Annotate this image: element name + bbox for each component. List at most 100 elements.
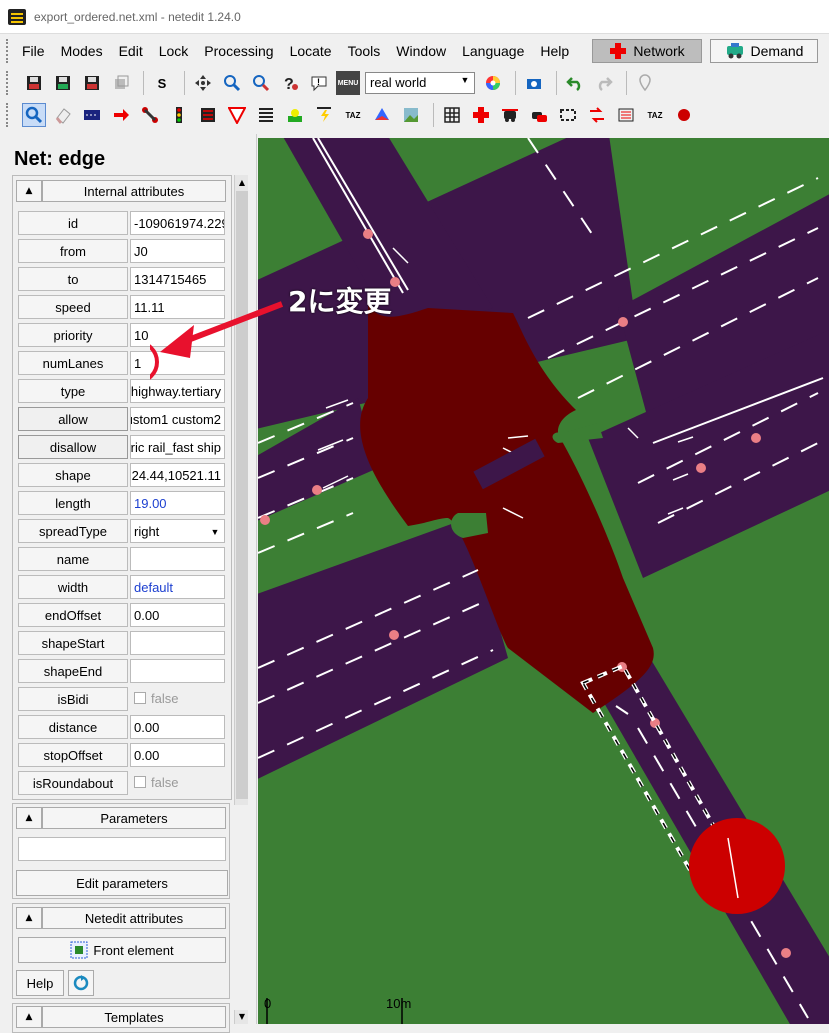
collapse-parameters-button[interactable]: ▲ (16, 807, 42, 829)
wire-icon[interactable] (312, 103, 336, 127)
isroundabout-checkbox[interactable] (134, 776, 146, 788)
network-canvas[interactable] (258, 138, 829, 1024)
vehicles-icon[interactable] (527, 103, 551, 127)
s-button[interactable]: S (150, 71, 174, 95)
attr-input-stopoffset[interactable]: 0.00 (130, 743, 225, 767)
attr-row-endoffset: endOffset 0.00 (18, 603, 226, 627)
select-mode-icon[interactable] (80, 103, 104, 127)
scale-start-label: 0 (264, 996, 272, 1011)
menu-lock[interactable]: Lock (159, 43, 189, 59)
netedit-attributes-header[interactable]: Netedit attributes (42, 907, 226, 929)
parameters-header[interactable]: Parameters (42, 807, 226, 829)
help-question-icon[interactable]: ? (278, 71, 302, 95)
attr-input-length[interactable]: 19.00 (130, 491, 225, 515)
view-scheme-select[interactable]: real world ▼ (365, 72, 475, 94)
parameters-input[interactable] (18, 837, 226, 861)
taz-edges-icon[interactable]: TAZ (643, 103, 667, 127)
attr-input-allow[interactable]: custom1 custom2 (130, 407, 225, 431)
attr-input-shapestart[interactable] (130, 631, 225, 655)
menu-edit[interactable]: Edit (119, 43, 143, 59)
route-icon[interactable] (585, 103, 609, 127)
additional-icon[interactable] (283, 103, 307, 127)
save-network-icon[interactable] (51, 71, 75, 95)
undo-icon[interactable] (563, 71, 587, 95)
network-view[interactable] (258, 138, 829, 1024)
reload-icon[interactable] (109, 71, 133, 95)
attr-input-distance[interactable]: 0.00 (130, 715, 225, 739)
recenter-view-icon[interactable] (191, 71, 215, 95)
reset-button[interactable] (68, 970, 94, 996)
prohibition-icon[interactable] (225, 103, 249, 127)
taz-icon[interactable]: TAZ (341, 103, 365, 127)
scroll-up-icon[interactable]: ▲ (236, 177, 248, 189)
save-all-icon[interactable] (80, 71, 104, 95)
allow-dialog-button[interactable]: allow (18, 407, 128, 431)
move-mode-icon[interactable] (109, 103, 133, 127)
menu-file[interactable]: File (22, 43, 45, 59)
color-wheel-icon[interactable] (481, 71, 505, 95)
frame-icon[interactable] (556, 103, 580, 127)
new-network-icon[interactable] (22, 71, 46, 95)
scroll-down-icon[interactable]: ▼ (236, 1011, 248, 1023)
collapse-netedit-button[interactable]: ▲ (16, 907, 42, 929)
decal-icon[interactable] (399, 103, 423, 127)
attr-input-to[interactable]: 1314715465 (130, 267, 225, 291)
inspect-mode-icon[interactable] (22, 103, 46, 127)
attr-input-name[interactable] (130, 547, 225, 571)
menu-modes[interactable]: Modes (61, 43, 103, 59)
crossing-icon[interactable] (254, 103, 278, 127)
internal-attributes-header[interactable]: Internal attributes (42, 180, 226, 202)
attr-input-endoffset[interactable]: 0.00 (130, 603, 225, 627)
annotation-label: 2に変更 (288, 285, 392, 318)
menu-language[interactable]: Language (462, 43, 524, 59)
list-icon[interactable] (614, 103, 638, 127)
menu-processing[interactable]: Processing (204, 43, 273, 59)
tooltip-icon[interactable]: ! (307, 71, 331, 95)
delete-mode-icon[interactable] (51, 103, 75, 127)
toolbar1-grip[interactable] (6, 71, 12, 95)
stop-icon[interactable] (672, 103, 696, 127)
inspect-edge-icon[interactable] (249, 71, 273, 95)
screenshot-icon[interactable] (522, 71, 546, 95)
menu-window[interactable]: Window (396, 43, 446, 59)
menu-locate[interactable]: Locate (290, 43, 332, 59)
create-edge-icon[interactable] (138, 103, 162, 127)
attr-label: spreadType (18, 519, 128, 543)
attr-input-from[interactable]: J0 (130, 239, 225, 263)
location-pin-icon[interactable] (633, 71, 657, 95)
traffic-light-icon[interactable] (167, 103, 191, 127)
collapse-internal-button[interactable]: ▲ (16, 180, 42, 202)
grid-icon[interactable] (440, 103, 464, 127)
help-button[interactable]: Help (16, 970, 64, 996)
internal-scrollbar[interactable]: ▲ (234, 175, 248, 805)
menu-tools[interactable]: Tools (348, 43, 381, 59)
selected-edge-endpoint[interactable] (689, 818, 785, 914)
toolbar2-grip[interactable] (6, 103, 12, 127)
scroll-thumb[interactable] (236, 191, 248, 799)
isbidi-checkbox[interactable] (134, 692, 146, 704)
network-supermode-button[interactable]: Network (592, 39, 702, 63)
connection-mode-icon[interactable] (196, 103, 220, 127)
collapse-templates-button[interactable]: ▲ (16, 1006, 42, 1028)
demand-supermode-button[interactable]: Demand (710, 39, 818, 63)
attr-row-distance: distance 0.00 (18, 715, 226, 739)
attr-input-shape[interactable]: 724.44,10521.11 (130, 463, 225, 487)
attr-input-shapeend[interactable] (130, 659, 225, 683)
attr-input-width[interactable]: default (130, 575, 225, 599)
attr-input-id[interactable]: -109061974.229 (130, 211, 225, 235)
junction-shape-icon[interactable] (469, 103, 493, 127)
menu-icon[interactable]: MENU (336, 71, 360, 95)
menu-help[interactable]: Help (540, 43, 569, 59)
templates-header[interactable]: Templates (42, 1006, 226, 1028)
panel-scrollbar[interactable]: ▼ (234, 1010, 248, 1024)
vehicle-icon[interactable] (498, 103, 522, 127)
disallow-dialog-button[interactable]: disallow (18, 435, 128, 459)
spreadtype-select[interactable]: right ▼ (130, 519, 225, 543)
edit-parameters-button[interactable]: Edit parameters (16, 870, 228, 896)
redo-icon[interactable] (592, 71, 616, 95)
front-element-button[interactable]: Front element (18, 937, 226, 963)
locate-icon[interactable] (220, 71, 244, 95)
attr-input-disallow[interactable]: rail_electric rail_fast ship (130, 435, 225, 459)
polygon-icon[interactable] (370, 103, 394, 127)
menubar-grip[interactable] (6, 39, 12, 63)
